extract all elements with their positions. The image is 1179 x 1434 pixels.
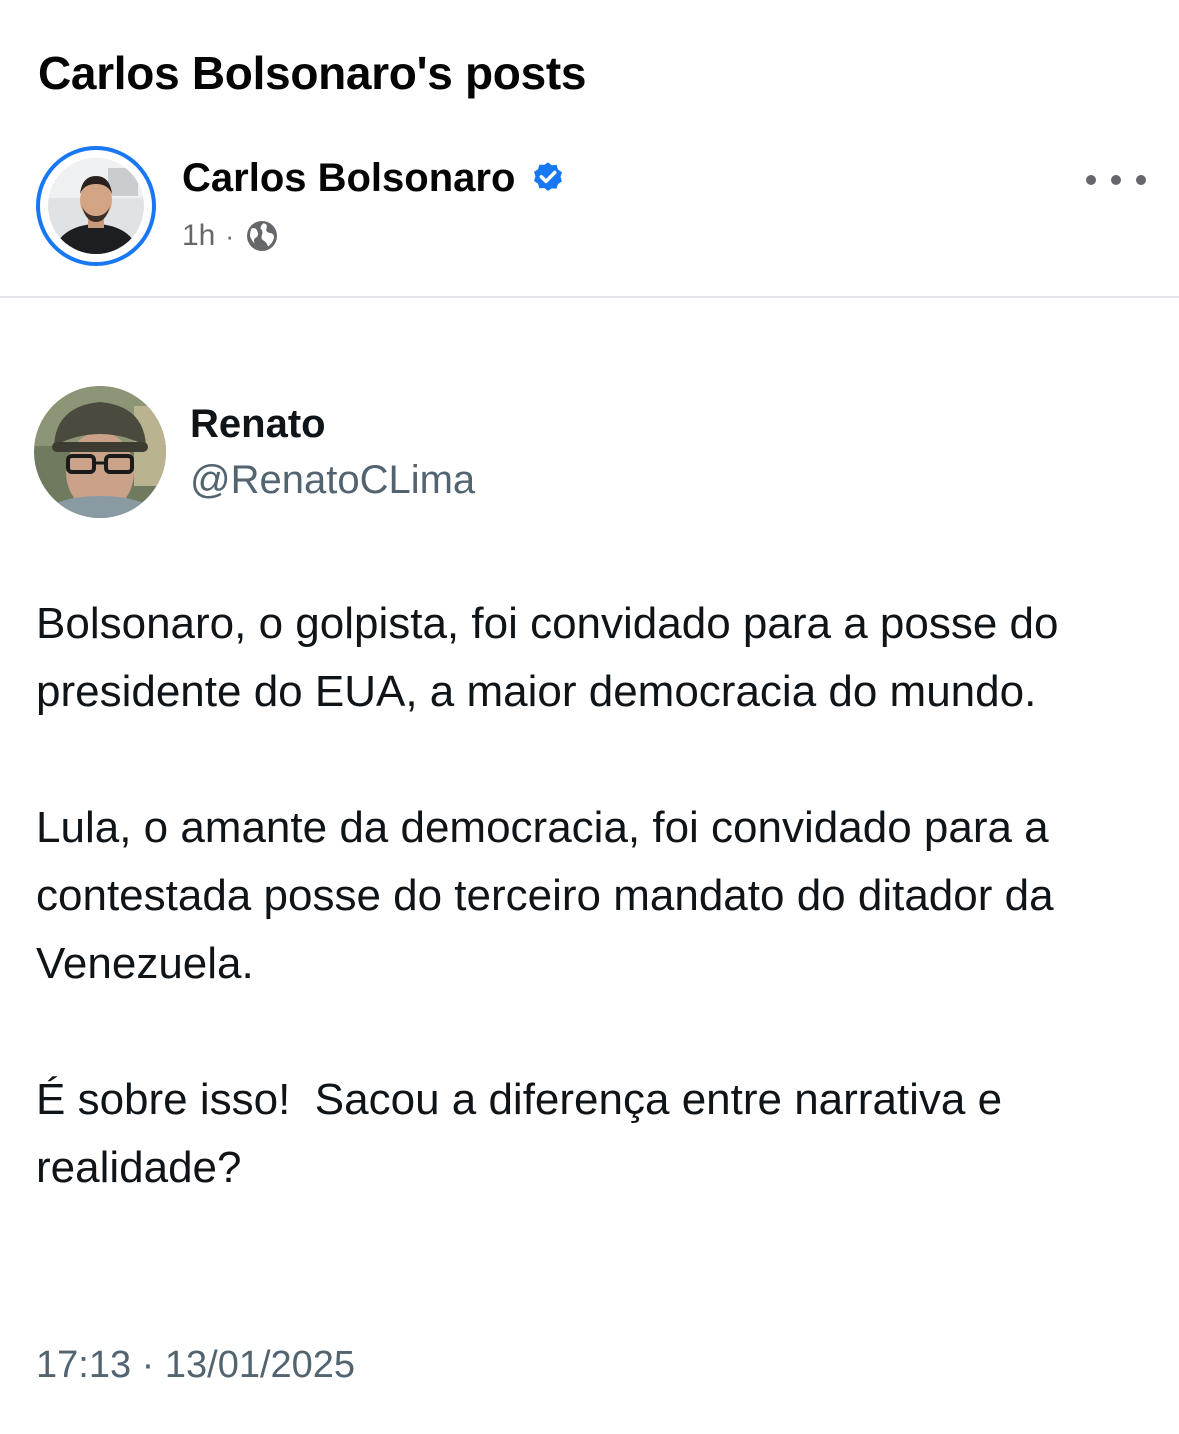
tweet-paragraph: Lula, o amante da democracia, foi convid… [36,803,1054,988]
more-options-icon[interactable] [1086,160,1146,200]
embedded-tweet-image[interactable]: Renato @RenatoCLima Bolsonaro, o golpist… [0,298,1179,1434]
post-header: Carlos Bolsonaro 1h · [36,146,1146,268]
tweet-paragraph: É sobre isso! Sacou a diferença entre na… [36,1075,1015,1192]
more-dot [1136,175,1146,185]
tweet-timestamp: 17:13 · 13/01/2025 [36,1344,356,1386]
author-avatar[interactable] [48,158,144,254]
verified-badge-icon [529,160,567,198]
author-name-row: Carlos Bolsonaro [182,156,567,201]
globe-icon [244,218,280,254]
post-meta: 1h · [182,218,280,254]
tweet-author-name: Renato [190,402,326,446]
more-dot [1086,175,1096,185]
tweet-author-avatar [34,386,166,518]
post-time[interactable]: 1h [182,219,215,253]
author-name[interactable]: Carlos Bolsonaro [182,156,515,201]
tweet-author-handle: @RenatoCLima [190,458,476,502]
page-title: Carlos Bolsonaro's posts [38,47,587,99]
page-header: Carlos Bolsonaro's posts [38,38,587,108]
author-avatar-ring[interactable] [36,146,156,266]
more-dot [1111,175,1121,185]
tweet-paragraph: Bolsonaro, o golpista, foi convidado par… [36,599,1059,716]
tweet-body: Bolsonaro, o golpista, foi convidado par… [36,590,1146,1270]
meta-separator: · [225,220,235,251]
